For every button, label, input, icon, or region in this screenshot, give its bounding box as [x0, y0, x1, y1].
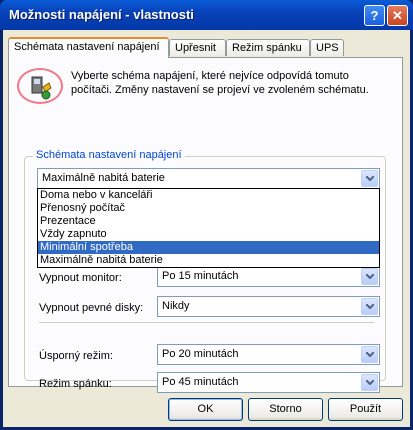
power-scheme-icon — [17, 68, 63, 104]
ok-button[interactable]: OK — [168, 398, 243, 421]
dialog-body: Schémata nastavení napájení Upřesnit Rež… — [3, 30, 410, 427]
tab-power-schemes[interactable]: Schémata nastavení napájení — [8, 37, 169, 58]
title-bar[interactable]: Možnosti napájení - vlastnosti ? ✕ — [0, 0, 413, 30]
scheme-option-minimal-power[interactable]: Minimální spotřeba — [38, 241, 379, 254]
settings-divider — [39, 322, 374, 323]
scheme-dropdown-list: Doma nebo v kanceláři Přenosný počítač P… — [37, 188, 380, 268]
chevron-down-icon[interactable] — [361, 268, 378, 285]
disks-off-value: Nikdy — [162, 300, 190, 312]
hibernate-select[interactable]: Po 45 minutách — [157, 372, 380, 393]
monitor-off-value: Po 15 minutách — [162, 270, 239, 282]
hibernate-value: Po 45 minutách — [162, 376, 239, 388]
scheme-option-max-battery[interactable]: Maximálně nabitá baterie — [38, 254, 379, 267]
scheme-option-home-office[interactable]: Doma nebo v kanceláři — [38, 189, 379, 202]
scheme-option-presentation[interactable]: Prezentace — [38, 215, 379, 228]
hibernate-label: Režim spánku: — [39, 378, 112, 390]
tab-panel: Vyberte schéma napájení, které nejvíce o… — [8, 57, 403, 393]
scheme-option-portable[interactable]: Přenosný počítač — [38, 202, 379, 215]
help-button[interactable]: ? — [364, 5, 385, 26]
tab-hibernate[interactable]: Režim spánku — [226, 39, 310, 56]
disks-off-label: Vypnout pevné disky: — [39, 302, 144, 314]
scheme-option-always-on[interactable]: Vždy zapnuto — [38, 228, 379, 241]
chevron-down-icon[interactable] — [361, 346, 378, 363]
chevron-down-icon[interactable] — [361, 298, 378, 315]
tab-ups[interactable]: UPS — [310, 39, 344, 56]
scheme-select-value: Maximálně nabitá baterie — [42, 172, 165, 184]
chevron-down-icon[interactable] — [361, 374, 378, 391]
cancel-button[interactable]: Storno — [248, 398, 323, 421]
standby-value: Po 20 minutách — [162, 348, 239, 360]
monitor-off-select[interactable]: Po 15 minutách — [157, 266, 380, 287]
close-button[interactable]: ✕ — [387, 5, 408, 26]
chevron-down-icon[interactable] — [361, 170, 378, 187]
scheme-group-label: Schémata nastavení napájení — [33, 149, 185, 161]
monitor-off-label: Vypnout monitor: — [39, 272, 122, 284]
disks-off-select[interactable]: Nikdy — [157, 296, 380, 317]
apply-button[interactable]: Použít — [328, 398, 403, 421]
standby-label: Úsporný režim: — [39, 350, 113, 362]
scheme-select[interactable]: Maximálně nabitá baterie — [37, 168, 380, 189]
dialog-window: Možnosti napájení - vlastnosti ? ✕ Schém… — [0, 0, 413, 430]
intro-text: Vyberte schéma napájení, které nejvíce o… — [71, 70, 369, 96]
tab-advanced[interactable]: Upřesnit — [169, 39, 226, 56]
window-title: Možnosti napájení - vlastnosti — [9, 7, 194, 22]
standby-select[interactable]: Po 20 minutách — [157, 344, 380, 365]
